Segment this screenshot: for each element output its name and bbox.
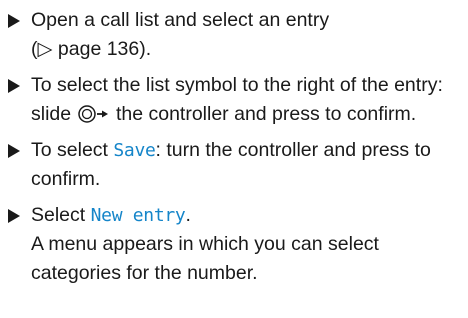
- step-4-text-after: .: [185, 204, 191, 226]
- step-1: Open a call list and select an entry (▷ …: [8, 6, 464, 64]
- instruction-list: Open a call list and select an entry (▷ …: [8, 6, 464, 295]
- bullet-arrow-icon: [8, 79, 20, 93]
- bullet-arrow-icon: [8, 14, 20, 28]
- step-1-page-reference: (▷ page 136).: [31, 38, 152, 60]
- step-4-result-text: A menu appears in which you can select c…: [31, 233, 379, 284]
- step-4-text-before: Select: [31, 204, 86, 226]
- step-3-text-before: To select: [31, 139, 108, 161]
- controller-slide-right-icon: [77, 105, 108, 123]
- step-2: To select the list symbol to the right o…: [8, 71, 464, 129]
- new-entry-menu-item-label: New entry: [90, 205, 186, 226]
- bullet-arrow-icon: [8, 209, 20, 223]
- bullet-arrow-icon: [8, 144, 20, 158]
- step-4: Select New entry. A menu appears in whic…: [8, 201, 464, 288]
- save-menu-item-label: Save: [113, 140, 156, 161]
- step-2-text-end: the controller and press to confirm.: [115, 103, 417, 125]
- step-3: To select Save: turn the controller and …: [8, 136, 464, 194]
- step-1-text: Open a call list and select an entry: [31, 9, 330, 31]
